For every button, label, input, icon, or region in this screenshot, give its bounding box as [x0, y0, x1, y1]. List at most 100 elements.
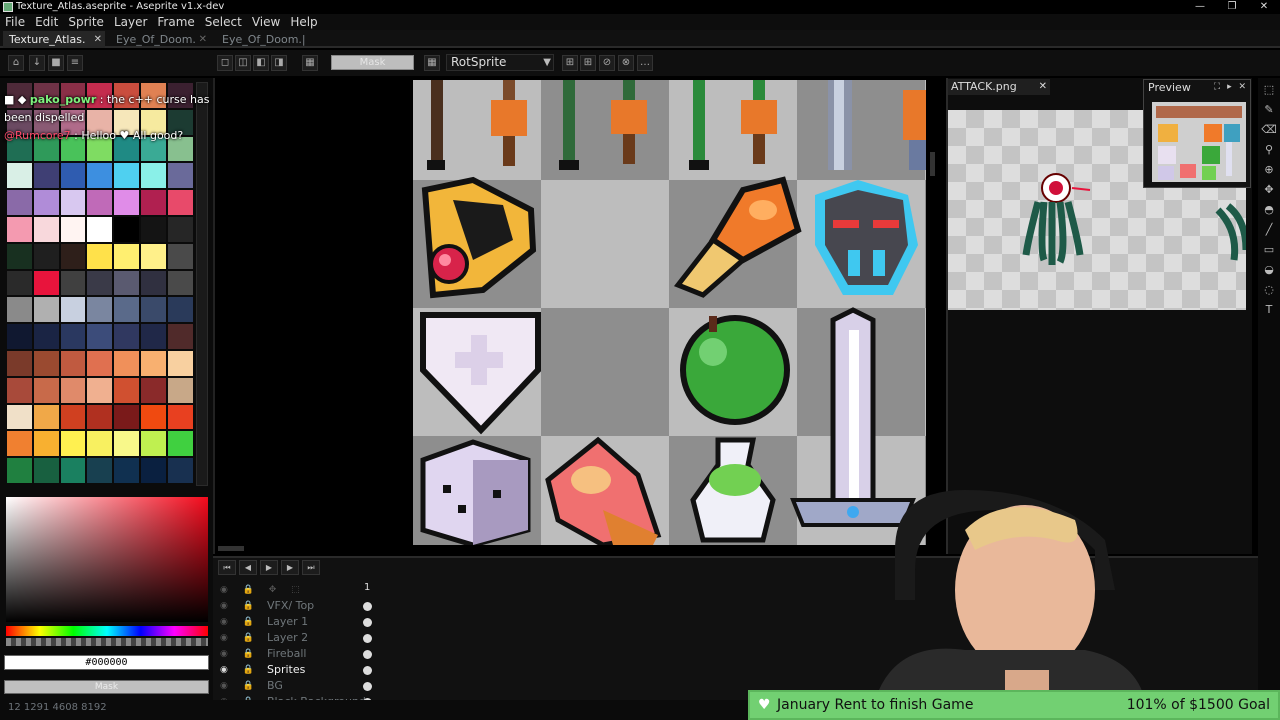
palette-swatch[interactable] [32, 269, 60, 297]
layer-row[interactable]: ◉ 🔒 BG [216, 678, 376, 694]
layer-row[interactable]: ◉ 🔒 Layer 2 [216, 630, 376, 646]
color-hex-field[interactable]: #000000 [4, 655, 209, 670]
maximize-button[interactable]: ❐ [1216, 0, 1248, 14]
palette-swatch[interactable] [32, 296, 60, 324]
palette-swatch[interactable] [139, 296, 167, 324]
menu-edit[interactable]: Edit [30, 14, 63, 30]
layer-visibility-lock-icons[interactable]: ◉ 🔒 [220, 614, 260, 630]
canvas-horizontal-scrollbar[interactable] [218, 546, 244, 551]
rotation-algorithm-select[interactable]: RotSprite ▼ [446, 54, 554, 71]
palette-swatch[interactable] [59, 269, 87, 297]
palette-swatch[interactable] [166, 162, 194, 190]
palette-swatch[interactable] [166, 215, 194, 243]
download-icon[interactable]: ↓ [29, 55, 45, 71]
palette-swatch[interactable] [6, 376, 33, 404]
cel-dot[interactable] [363, 650, 372, 659]
palette-swatch[interactable] [32, 323, 60, 350]
palette-swatch[interactable] [166, 242, 194, 270]
no-snap-icon[interactable]: ⊘ [599, 55, 615, 71]
palette-swatch[interactable] [6, 323, 33, 350]
palette-swatch[interactable] [166, 296, 194, 324]
palette-swatch[interactable] [113, 189, 140, 216]
palette-swatch[interactable] [59, 376, 87, 404]
background-color-field[interactable]: Mask [4, 680, 209, 694]
palette-swatch[interactable] [166, 457, 194, 484]
palette-swatch[interactable] [86, 162, 114, 190]
palette-swatch[interactable] [32, 242, 60, 270]
menu-file[interactable]: File [0, 14, 30, 30]
palette-swatch[interactable] [6, 215, 33, 243]
palette-swatch[interactable] [139, 323, 167, 350]
palette-swatch[interactable] [6, 162, 33, 190]
palette-swatch[interactable] [86, 430, 114, 458]
palette-swatch[interactable] [139, 376, 167, 404]
palette-swatch[interactable] [6, 403, 33, 431]
layer-visibility-lock-icons[interactable]: ◉ 🔒 [220, 630, 260, 646]
palette-swatch[interactable] [6, 349, 33, 377]
selection-intersect-icon[interactable]: ◨ [271, 55, 287, 71]
preview-controls[interactable]: ⛶ ▸ ✕ [1214, 82, 1248, 92]
palette-swatch[interactable] [6, 269, 33, 297]
palette-swatch[interactable] [86, 215, 114, 243]
alpha-slider[interactable] [6, 638, 208, 646]
palette-swatch[interactable] [59, 349, 87, 377]
palette-swatch[interactable] [139, 403, 167, 431]
palette-swatch[interactable] [32, 403, 60, 431]
palette-swatch[interactable] [59, 430, 87, 458]
palette-swatch[interactable] [59, 242, 87, 270]
layer-row[interactable]: ◉ 🔒 Sprites [216, 662, 376, 678]
palette-swatch[interactable] [139, 242, 167, 270]
bucket-tool-icon[interactable]: ◒ [1261, 262, 1277, 278]
more-icon[interactable]: … [637, 55, 653, 71]
close-tab-icon[interactable]: ✕ [94, 31, 102, 48]
palette-swatch[interactable] [59, 323, 87, 350]
last-frame-icon[interactable]: ⏭ [302, 560, 320, 575]
close-tab-icon[interactable]: ✕ [1039, 79, 1047, 95]
mask-color-button[interactable]: Mask [331, 55, 414, 70]
palette-swatch[interactable] [113, 457, 140, 484]
tab-eye-of-doom-1[interactable]: Eye_Of_Doom. ✕ [110, 31, 210, 48]
close-window-button[interactable]: ✕ [1248, 0, 1280, 14]
palette-swatch[interactable] [139, 430, 167, 458]
first-frame-icon[interactable]: ⏮ [218, 560, 236, 575]
line-tool-icon[interactable]: ╱ [1261, 222, 1277, 238]
palette-swatch[interactable] [166, 269, 194, 297]
rectangle-tool-icon[interactable]: ▭ [1261, 242, 1277, 258]
next-frame-icon[interactable]: ▶ [281, 560, 299, 575]
palette-swatch[interactable] [139, 457, 167, 484]
tab-attack-png[interactable]: ATTACK.png ✕ [948, 79, 1050, 95]
palette-swatch[interactable] [113, 376, 140, 404]
move-tool-icon[interactable]: ✥ [1261, 182, 1277, 198]
palette-swatch[interactable] [139, 215, 167, 243]
menu-layer[interactable]: Layer [109, 14, 152, 30]
palette-swatch[interactable] [32, 457, 60, 484]
layer-row[interactable]: ◉ 🔒 Layer 1 [216, 614, 376, 630]
layer-visibility-lock-icons[interactable]: ◉ 🔒 [220, 678, 260, 694]
layer-visibility-lock-icons[interactable]: ◉ 🔒 [220, 646, 260, 662]
palette-swatch[interactable] [86, 296, 114, 324]
palette-swatch[interactable] [166, 430, 194, 458]
palette-swatch[interactable] [86, 242, 114, 270]
palette-swatch[interactable] [113, 430, 140, 458]
play-icon[interactable]: ▶ [260, 560, 278, 575]
eraser-tool-icon[interactable]: ⌫ [1261, 122, 1277, 138]
palette-swatch[interactable] [86, 323, 114, 350]
palette-swatch[interactable] [166, 349, 194, 377]
palette-swatch[interactable] [166, 189, 194, 216]
palette-swatch[interactable] [6, 242, 33, 270]
palette-swatch[interactable] [32, 162, 60, 190]
palette-swatch[interactable] [32, 430, 60, 458]
tab-texture-atlas[interactable]: Texture_Atlas. ✕ [3, 31, 105, 48]
zoom-tool-icon[interactable]: ⊕ [1261, 162, 1277, 178]
palette-swatch[interactable] [86, 189, 114, 216]
ignore-icon[interactable]: ⊗ [618, 55, 634, 71]
palette-swatch[interactable] [113, 242, 140, 270]
palette-swatch[interactable] [59, 162, 87, 190]
grid-icon[interactable]: ⊞ [580, 55, 596, 71]
layer-visibility-lock-icons[interactable]: ◉ 🔒 [220, 598, 260, 614]
cel-dot[interactable] [363, 666, 372, 675]
marquee-tool-icon[interactable]: ⬚ [1261, 82, 1277, 98]
palette-swatch[interactable] [113, 269, 140, 297]
palette-swatch[interactable] [6, 457, 33, 484]
palette-swatch[interactable] [86, 349, 114, 377]
